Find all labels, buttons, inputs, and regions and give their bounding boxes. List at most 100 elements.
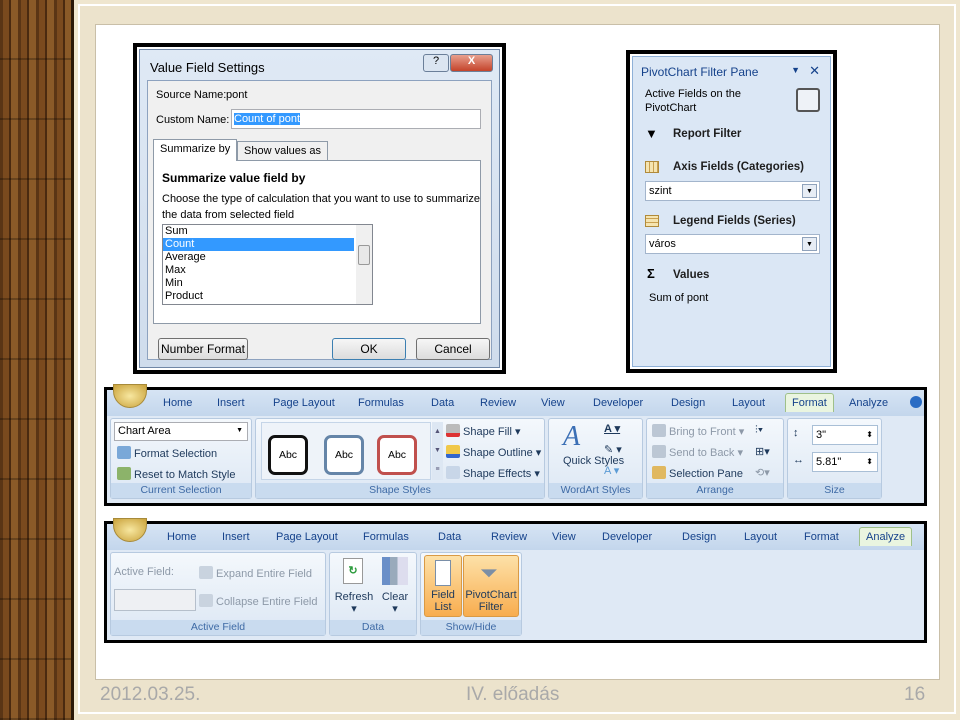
tab-insert[interactable]: Insert <box>217 397 245 409</box>
help-button[interactable]: ? <box>423 54 449 72</box>
axis-field-dropdown[interactable]: szint ▼ <box>645 181 820 201</box>
refresh-button[interactable]: Refresh ▾ <box>333 591 375 615</box>
values-item[interactable]: Sum of pont <box>649 292 708 304</box>
legend-fields-label: Legend Fields (Series) <box>673 215 796 227</box>
gallery-scroll[interactable]: ▲ ▼ ≡ <box>432 422 443 480</box>
height-input[interactable]: 3" ⬍ <box>812 425 878 445</box>
tab-show-values-as[interactable]: Show values as <box>237 141 329 161</box>
expand-field-button[interactable]: Expand Entire Field <box>199 566 312 580</box>
list-item-selected[interactable]: Count <box>163 238 354 251</box>
clear-button[interactable]: Clear ▾ <box>377 591 413 615</box>
format-ribbon: Home Insert Page Layout Formulas Data Re… <box>104 384 927 506</box>
pivotchart-filter-button[interactable]: ⏷ PivotChart Filter <box>463 555 519 617</box>
close-button[interactable]: X <box>450 54 493 72</box>
selection-pane-icon <box>652 466 666 479</box>
width-input[interactable]: 5.81" ⬍ <box>812 452 878 472</box>
list-scrollbar[interactable] <box>356 225 372 304</box>
tab-data[interactable]: Data <box>431 397 454 409</box>
close-icon[interactable]: ✕ <box>809 63 820 79</box>
tab-developer[interactable]: Developer <box>593 397 643 409</box>
office-button[interactable] <box>113 384 147 408</box>
report-filter-label: Report Filter <box>673 128 742 140</box>
group-label: Data <box>330 620 416 635</box>
tab-review[interactable]: Review <box>480 397 516 409</box>
text-effects-icon[interactable]: A ▾ <box>604 464 619 477</box>
sigma-icon: Σ <box>647 266 655 281</box>
group-shape-styles: Abc Abc Abc ▲ ▼ ≡ Shape Fill ▾ Shape Outli… <box>255 418 545 499</box>
tab-formulas[interactable]: Formulas <box>358 397 404 409</box>
group-icon[interactable]: ⊞▾ <box>755 445 770 458</box>
bring-to-front-button[interactable]: Bring to Front ▾ <box>652 424 744 438</box>
selection-pane-button[interactable]: Selection Pane <box>652 466 743 480</box>
send-to-back-button[interactable]: Send to Back ▾ <box>652 445 743 459</box>
list-item[interactable]: Max <box>163 264 372 277</box>
reset-style-button[interactable]: Reset to Match Style <box>117 467 236 481</box>
tab-data[interactable]: Data <box>438 531 461 543</box>
tab-summarize-by[interactable]: Summarize by <box>153 139 238 161</box>
tab-analyze[interactable]: Analyze <box>849 397 888 409</box>
tab-page-layout[interactable]: Page Layout <box>273 397 335 409</box>
office-button[interactable] <box>113 518 147 542</box>
tab-panel: Summarize value field by Choose the type… <box>153 160 481 324</box>
number-format-button[interactable]: Number Format <box>158 338 248 360</box>
shape-style-blue[interactable]: Abc <box>324 435 364 475</box>
tab-format[interactable]: Format <box>804 531 839 543</box>
tab-design[interactable]: Design <box>671 397 705 409</box>
shape-effects-button[interactable]: Shape Effects ▾ <box>446 466 540 480</box>
shape-fill-button[interactable]: Shape Fill ▾ <box>446 424 521 438</box>
chevron-down-icon[interactable]: ▼ <box>802 184 817 198</box>
description: Choose the type of calculation that you … <box>162 193 480 221</box>
tab-layout[interactable]: Layout <box>732 397 765 409</box>
shape-style-black[interactable]: Abc <box>268 435 308 475</box>
group-label: Show/Hide <box>421 620 521 635</box>
collapse-field-button[interactable]: Collapse Entire Field <box>199 594 318 608</box>
chart-element-dropdown[interactable]: Chart Area ▼ <box>114 422 248 441</box>
tab-developer[interactable]: Developer <box>602 531 652 543</box>
cancel-button[interactable]: Cancel <box>416 338 490 360</box>
tab-home[interactable]: Home <box>167 531 196 543</box>
width-icon: ↔ <box>793 454 804 466</box>
list-item[interactable]: Sum <box>163 225 372 238</box>
list-item[interactable]: Product <box>163 290 372 303</box>
active-field-label: Active Field: <box>114 566 174 578</box>
function-list[interactable]: Sum Count Average Max Min Product <box>162 224 373 305</box>
legend-field-dropdown[interactable]: város ▼ <box>645 234 820 254</box>
shape-style-red[interactable]: Abc <box>377 435 417 475</box>
tab-layout[interactable]: Layout <box>744 531 777 543</box>
legend-icon <box>645 215 659 227</box>
scroll-thumb[interactable] <box>358 245 370 265</box>
tab-view[interactable]: View <box>541 397 565 409</box>
help-icon[interactable] <box>910 396 922 408</box>
height-icon: ↕ <box>793 427 799 439</box>
group-label: Shape Styles <box>256 483 544 498</box>
tab-review[interactable]: Review <box>491 531 527 543</box>
text-outline-icon[interactable]: ✎ ▾ <box>604 443 622 456</box>
tab-insert[interactable]: Insert <box>222 531 250 543</box>
group-arrange: Bring to Front ▾ Send to Back ▾ Selectio… <box>646 418 784 499</box>
tab-format[interactable]: Format <box>785 393 834 412</box>
group-label: Arrange <box>647 483 783 498</box>
rotate-icon[interactable]: ⟲▾ <box>755 466 770 479</box>
custom-name-input[interactable]: Count of pont <box>231 109 481 129</box>
shape-outline-button[interactable]: Shape Outline ▾ <box>446 445 541 459</box>
list-item[interactable]: Average <box>163 251 372 264</box>
tab-design[interactable]: Design <box>682 531 716 543</box>
tab-page-layout[interactable]: Page Layout <box>276 531 338 543</box>
field-list-icon[interactable] <box>796 88 820 112</box>
tab-view[interactable]: View <box>552 531 576 543</box>
ok-button[interactable]: OK <box>332 338 406 360</box>
tab-home[interactable]: Home <box>163 397 192 409</box>
pane-menu-icon[interactable]: ▼ <box>791 65 800 75</box>
collapse-icon <box>199 594 213 607</box>
group-data: ↻ Refresh ▾ Clear ▾ Data <box>329 552 417 636</box>
field-list-button[interactable]: Field List <box>424 555 462 617</box>
chevron-down-icon[interactable]: ▼ <box>802 237 817 251</box>
text-fill-icon[interactable]: A ▾ <box>604 422 620 435</box>
align-icon[interactable]: ⫶▾ <box>755 424 763 437</box>
slide-number: 16 <box>904 684 926 705</box>
list-item[interactable]: Min <box>163 277 372 290</box>
tab-formulas[interactable]: Formulas <box>363 531 409 543</box>
tab-analyze[interactable]: Analyze <box>859 527 913 546</box>
format-selection-button[interactable]: Format Selection <box>117 446 217 460</box>
active-field-input[interactable] <box>114 589 196 611</box>
